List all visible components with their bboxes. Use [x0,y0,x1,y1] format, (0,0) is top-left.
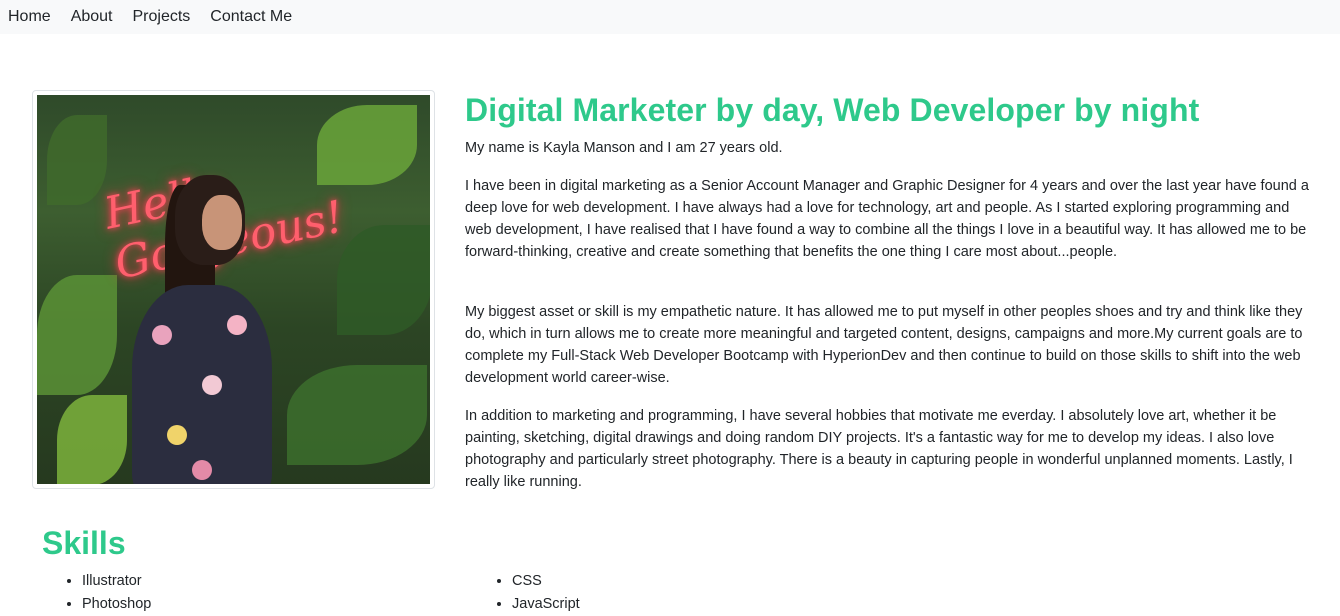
skill-item: Illustrator [82,570,151,593]
nav-home[interactable]: Home [0,0,61,34]
profile-photo-image: Hello Gorgeous! [37,95,430,484]
profile-photo: Hello Gorgeous! [32,90,435,489]
skill-item: Photoshop [82,593,151,616]
skills-list-left: Illustrator Photoshop [42,570,151,616]
nav-projects[interactable]: Projects [123,0,201,34]
nav-about[interactable]: About [61,0,123,34]
dress-flower [152,325,172,345]
leaf-decoration [37,275,117,395]
nav-contact-me[interactable]: Contact Me [200,0,302,34]
dress-flower [202,375,222,395]
leaf-decoration [337,225,430,335]
dress-flower [167,425,187,445]
page-heading: Digital Marketer by day, Web Developer b… [465,92,1200,128]
skills-heading: Skills [42,525,126,561]
person-face [202,195,242,250]
skill-item: JavaScript [512,593,580,616]
person-body [132,285,272,484]
intro-paragraph: My name is Kayla Manson and I am 27 year… [465,140,783,156]
bio-paragraph-3: In addition to marketing and programming… [465,408,1293,490]
skill-item: CSS [512,570,580,593]
leaf-decoration [47,115,107,205]
dress-flower [192,460,212,480]
dress-flower [227,315,247,335]
bio-paragraph-1: I have been in digital marketing as a Se… [465,178,1309,260]
leaf-decoration [287,365,427,465]
bio-paragraph-2: My biggest asset or skill is my empathet… [465,304,1303,386]
leaf-decoration [57,395,127,484]
top-navbar: Home About Projects Contact Me [0,0,1340,34]
skills-list-right: CSS JavaScript [472,570,580,616]
